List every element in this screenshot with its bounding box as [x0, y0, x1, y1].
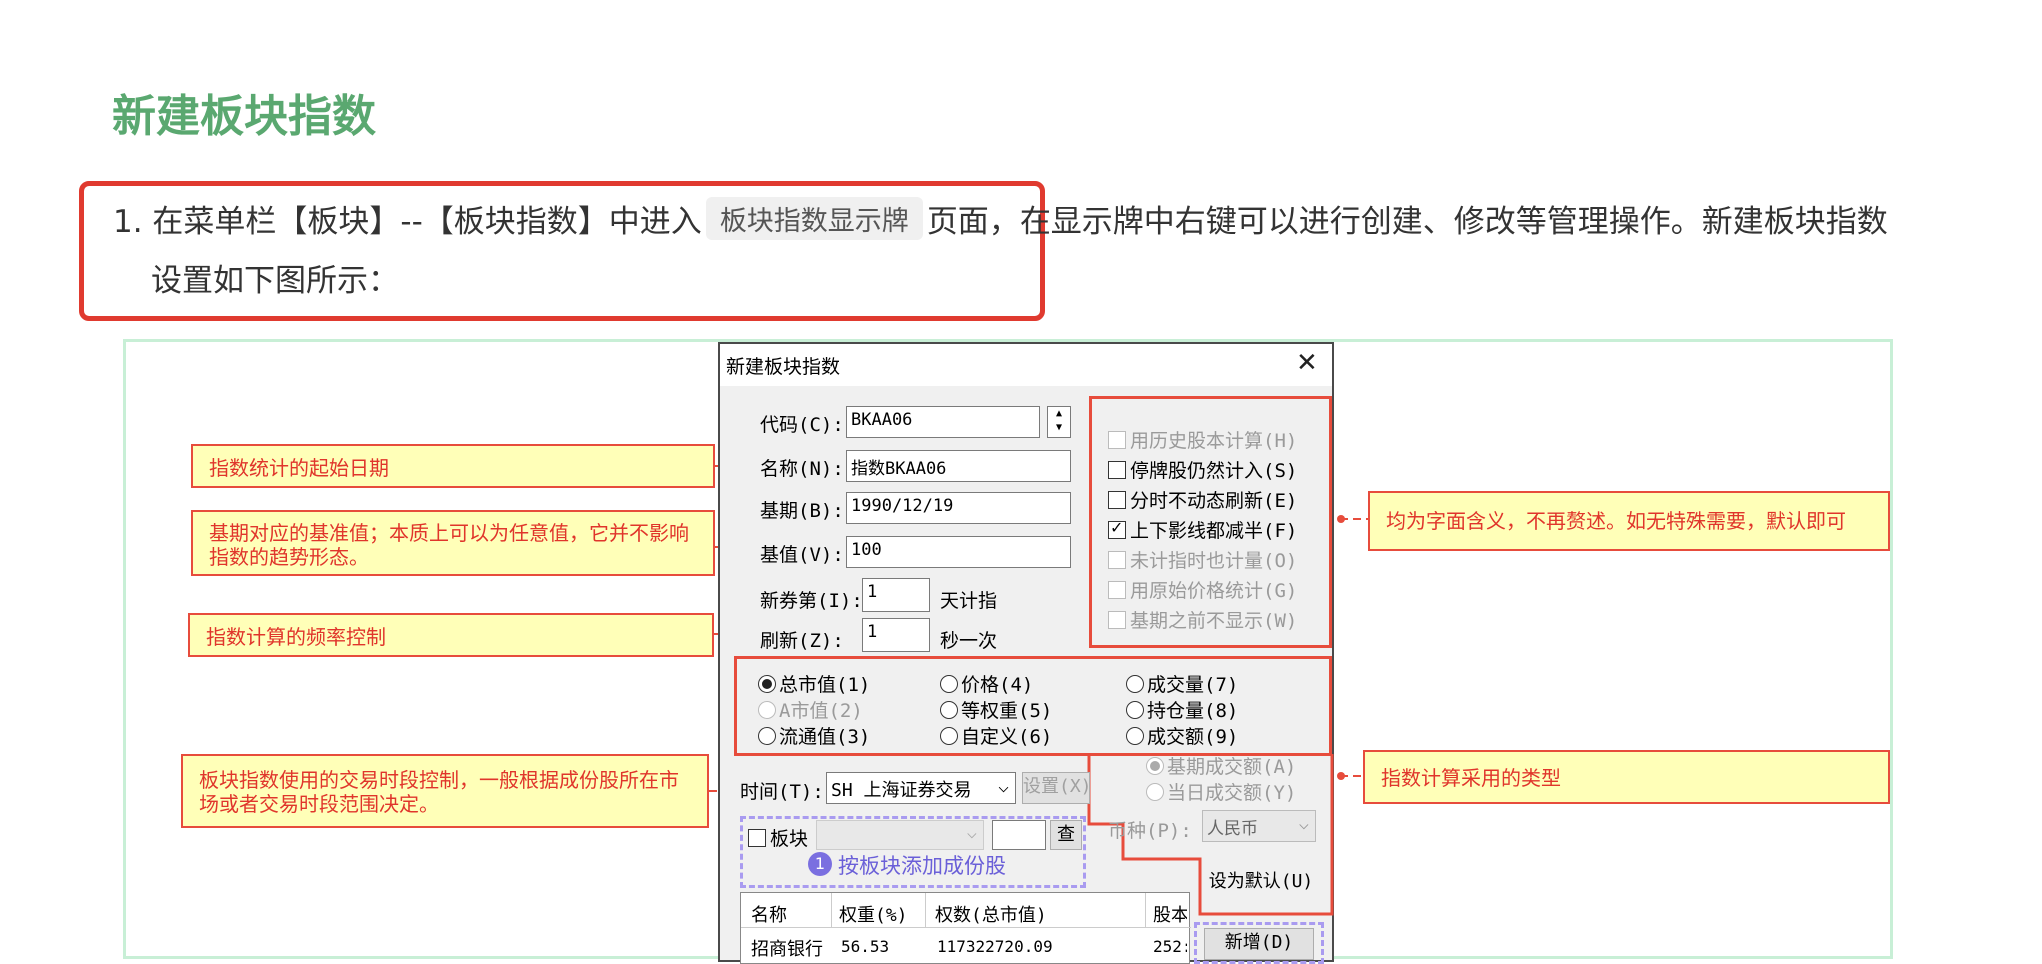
table-header: 权数(总市值) — [935, 905, 1047, 926]
table-header: 权重(%) — [839, 905, 908, 926]
radio-base-turnover[interactable]: 基期成交额(A) — [1146, 752, 1296, 779]
radio-label: 基期成交额(A) — [1167, 756, 1297, 778]
time-select[interactable]: SH 上海证券交易 ⌵ — [826, 772, 1016, 804]
currency-value: 人民币 — [1207, 819, 1258, 839]
currency-select[interactable]: 人民币 ⌵ — [1202, 810, 1316, 842]
add-button[interactable]: 新增(D) — [1204, 928, 1314, 960]
chevron-down-icon: ⌵ — [966, 823, 977, 843]
time-value: SH 上海证券交易 — [831, 780, 972, 801]
radio-icon — [1146, 783, 1164, 801]
add-by-block-label: 按板块添加成份股 — [838, 854, 1006, 878]
radio-label: 当日成交额(Y) — [1167, 782, 1297, 804]
set-default-button[interactable]: 设为默认(U) — [1202, 864, 1320, 902]
currency-label: 币种(P): — [1108, 820, 1192, 842]
radio-selected-icon — [1146, 757, 1164, 775]
query-button[interactable]: 查 — [1050, 820, 1082, 850]
constituents-table: 名称 权重(%) 权数(总市值) 股本 招商银行 56.53 117322720… — [740, 892, 1191, 964]
table-header: 名称 — [751, 905, 787, 926]
block-checkbox[interactable]: 板块 — [748, 824, 808, 851]
table-cell[interactable]: 56.53 — [841, 937, 889, 956]
table-header: 股本 — [1153, 905, 1187, 926]
block-select[interactable]: ⌵ — [816, 820, 984, 850]
time-label: 时间(T): — [740, 781, 824, 803]
radio-day-turnover[interactable]: 当日成交额(Y) — [1146, 778, 1296, 805]
table-cell[interactable]: 252: — [1153, 937, 1187, 956]
table-cell[interactable]: 117322720.09 — [937, 937, 1053, 956]
step-badge: 1 — [808, 852, 832, 876]
table-cell[interactable]: 招商银行 — [751, 935, 823, 961]
checkbox-icon — [748, 829, 766, 847]
setting-button[interactable]: 设置(X) — [1022, 772, 1092, 804]
block-label: 板块 — [770, 828, 809, 850]
chevron-down-icon: ⌵ — [998, 776, 1009, 797]
chevron-down-icon: ⌵ — [1298, 814, 1309, 834]
block-search-field[interactable] — [992, 820, 1046, 850]
new-index-dialog: 新建板块指数 ✕ 代码(C): BKAA06 ▲ ▼ 名称(N): 指数BKAA0… — [718, 342, 1334, 964]
